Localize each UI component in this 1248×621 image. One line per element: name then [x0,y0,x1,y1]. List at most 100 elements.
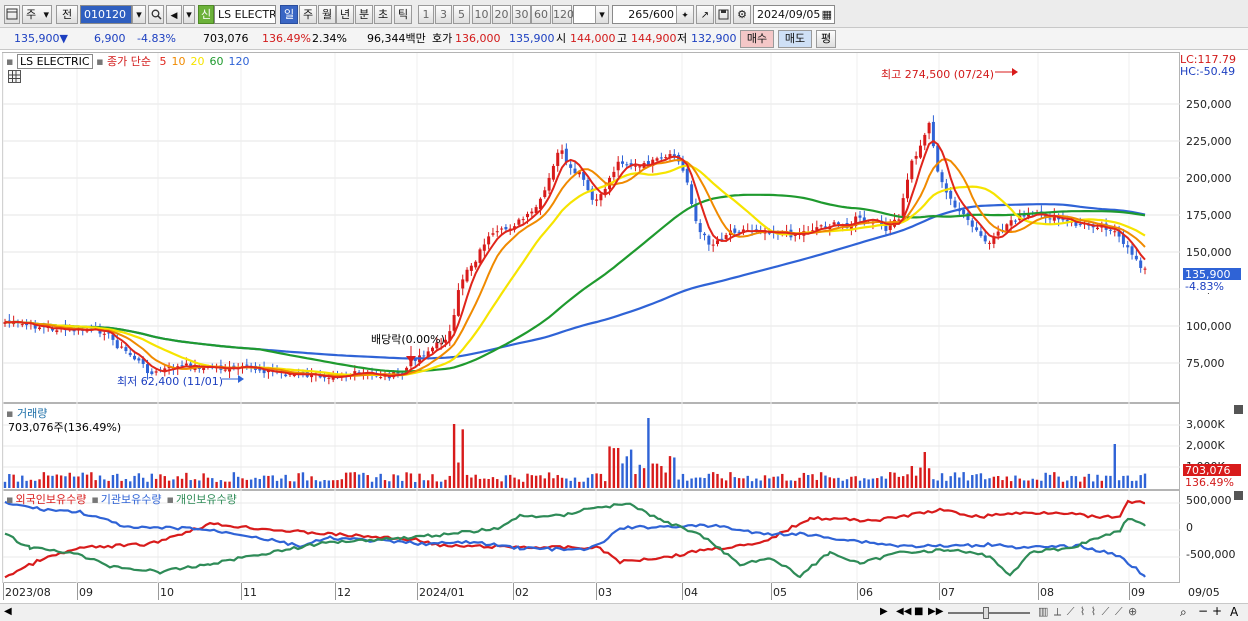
volume-bar [1014,475,1017,488]
date-field[interactable]: 2024/09/05 ▦ [753,5,835,24]
volume-bar [625,456,629,488]
price-y-tick: 175,000 [1186,209,1232,222]
period-button[interactable]: 주 [299,5,317,24]
volume-bar [677,479,680,488]
zoom-icon[interactable]: ⌕ [1180,605,1187,620]
candle-body [599,194,603,201]
volume-bar [1027,480,1030,488]
high-price: 144,900 [631,32,677,45]
volume-bar [193,479,197,488]
interval-button[interactable]: 60 [531,5,551,24]
candle-body [1096,227,1099,230]
scroll-left-button[interactable]: ◀ [4,606,12,617]
volume-bar [755,478,758,488]
volume-bar [897,476,901,488]
stock-name-field[interactable]: LS ELECTRI [214,5,276,24]
volume-bar [3,481,7,488]
zoom-out-button[interactable]: − [1198,604,1208,618]
sound-button[interactable]: ◀ [166,5,182,24]
interval-button[interactable]: 20 [492,5,511,24]
x-axis-tick [596,583,597,600]
zoom-slider-handle[interactable] [983,607,989,619]
volume-bar [871,478,875,488]
save-button[interactable] [715,5,731,24]
market-type-select[interactable]: 주 ▾ [22,5,52,24]
market-type-value: 주 [26,8,37,21]
candle-body [504,227,508,230]
chart-settings-button[interactable] [4,5,20,24]
zoom-in-button[interactable]: + [1212,604,1222,618]
holdings-series-label: 개인보유수량 [175,493,237,506]
candle-body [711,244,715,246]
candle-body [495,231,499,233]
candle-body [379,377,383,379]
volume-bar [759,480,762,488]
volume-bar [534,475,538,488]
volume-bar [686,480,689,488]
volume-bar [491,477,495,488]
code-dropdown-button[interactable]: ▾ [132,5,146,24]
stock-code-input[interactable]: 010120 [80,5,132,24]
holdings-series-label: 외국인보유수량 [15,493,87,506]
candle-body [694,203,698,222]
volume-bar [889,472,892,488]
candle-body [906,179,909,199]
volume-bar [310,476,313,488]
volume-bar [211,478,214,488]
volume-panel-close-button[interactable] [1234,405,1243,414]
interval-button[interactable]: 120 [552,5,574,24]
stop-button[interactable]: ■ [914,606,923,617]
chart-area[interactable]: ▪ LS ELECTRIC ▪ 종가 단순 5 10 20 60 120 LC:117.… [0,50,1248,603]
candle-body [284,374,288,377]
volume-bar [629,449,633,488]
scroll-right-button[interactable]: ▶ [880,606,888,617]
interval-dropdown-button[interactable]: ▾ [595,5,609,24]
ma-period-legend: 5 10 20 60 120 [155,55,250,68]
interval-button[interactable]: 5 [453,5,470,24]
search-button[interactable] [148,5,164,24]
candle-body [124,347,128,352]
buy-button[interactable]: 매수 [740,30,774,48]
fast-forward-button[interactable]: ▶▶ [928,606,943,617]
volume-bar [16,481,20,488]
holdings-panel-close-button[interactable] [1234,491,1243,500]
chart-canvas[interactable] [0,50,1248,603]
auto-scale-button[interactable]: A [1230,605,1238,619]
rewind-button[interactable]: ◀◀ [896,606,911,617]
volume-bar [236,476,240,488]
period-button[interactable]: 분 [355,5,373,24]
ma-line-120 [4,203,1146,360]
data-count-field[interactable]: 265/600 [612,5,678,24]
series-marker-icon: ▪ [91,493,99,506]
volume-bar [297,473,300,488]
candle-body [38,327,42,330]
table-toggle-button[interactable] [8,70,21,83]
volume-bar [1135,480,1138,488]
chart-tool-icons[interactable]: ▥ ⟂ ⟋ ⌇ ⌇ ⟋ ⟋ ⊕ [1038,605,1138,619]
sell-button[interactable]: 매도 [778,30,812,48]
period-button[interactable]: 일 [280,5,298,24]
period-button[interactable]: 월 [318,5,336,24]
hc-value: HC:-50.49 [1180,65,1236,78]
x-axis-label: 02 [515,586,529,599]
period-button[interactable]: 초 [374,5,392,24]
draw-tool-button[interactable]: ↗ [696,5,714,24]
sound-dropdown-button[interactable]: ▾ [183,5,195,24]
volume-bar [811,474,814,488]
zoom-slider-track[interactable] [948,612,1030,614]
period-button[interactable]: 틱 [394,5,412,24]
interval-button[interactable]: 1 [418,5,434,24]
settings-button[interactable]: ⚙ [733,5,751,24]
volume-bar [1057,476,1060,488]
interval-button[interactable]: 3 [435,5,452,24]
volume-bar [582,481,585,488]
period-button[interactable]: 년 [336,5,354,24]
prev-button[interactable]: 전 [56,5,78,24]
indicator-button[interactable]: ✦ [676,5,694,24]
eval-button[interactable]: 평 [816,30,836,48]
volume-bar [724,480,728,488]
interval-button[interactable]: 30 [512,5,531,24]
volume-bar [858,480,862,488]
interval-button[interactable]: 10 [472,5,491,24]
candle-body [137,358,141,361]
